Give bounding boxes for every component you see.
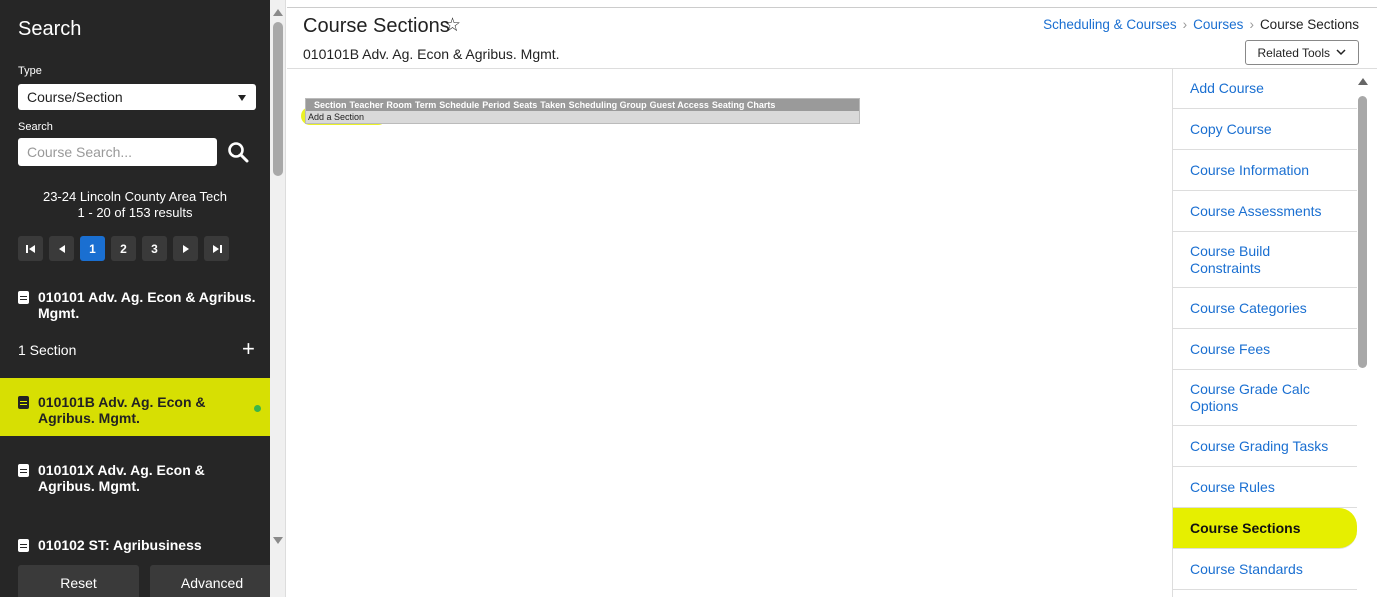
col-teacher: Teacher	[349, 100, 384, 110]
course-subtitle: 010101B Adv. Ag. Econ & Agribus. Mgmt.	[303, 46, 560, 62]
page-button-1[interactable]: 1	[80, 236, 105, 261]
scroll-up-icon[interactable]	[273, 9, 283, 16]
breadcrumb: Scheduling & Courses › Courses › Course Sect…	[1043, 17, 1359, 32]
last-page-button[interactable]	[204, 236, 229, 261]
search-icon[interactable]	[226, 140, 250, 164]
search-label: Search	[18, 121, 53, 133]
col-schedule: Schedule	[439, 100, 480, 110]
advanced-button[interactable]: Advanced	[150, 565, 270, 597]
related-tools-label: Related Tools	[1257, 45, 1331, 60]
sidebar-scrollbar[interactable]	[270, 0, 286, 597]
chevron-down-icon	[238, 95, 246, 101]
breadcrumb-courses[interactable]: Courses	[1193, 17, 1243, 32]
school-name: 23-24 Lincoln County Area Tech	[42, 189, 228, 204]
related-tools-button[interactable]: Related Tools	[1244, 40, 1359, 65]
tool-course-grade-calc-options[interactable]: Course Grade Calc Options	[1173, 370, 1357, 426]
page-button-3[interactable]: 3	[142, 236, 167, 261]
scroll-down-icon[interactable]	[273, 537, 283, 544]
type-label: Type	[18, 65, 42, 77]
col-room: Room	[386, 100, 412, 110]
scrollbar-thumb[interactable]	[1358, 96, 1367, 368]
last-page-icon	[212, 244, 222, 253]
add-section-plus-icon[interactable]: +	[242, 336, 255, 362]
chevron-right-icon: ›	[1249, 17, 1254, 32]
tool-course-sections[interactable]: Course Sections	[1173, 508, 1357, 549]
col-scheduling-group: Scheduling Group	[568, 100, 647, 110]
chevron-down-icon	[1336, 49, 1346, 56]
tool-course-information[interactable]: Course Information	[1173, 150, 1357, 191]
tool-copy-course[interactable]: Copy Course	[1173, 109, 1357, 150]
sidebar-title: Search	[18, 18, 82, 40]
breadcrumb-scheduling[interactable]: Scheduling & Courses	[1043, 17, 1177, 32]
scroll-up-icon[interactable]	[1358, 78, 1368, 85]
first-page-icon	[25, 244, 35, 253]
col-seating-charts: Seating Charts	[711, 100, 776, 110]
type-select-value: Course/Section	[27, 89, 123, 105]
tool-label: Course Grade Calc Options	[1190, 380, 1310, 414]
section-count[interactable]: 1 Section	[18, 342, 76, 358]
next-page-icon	[182, 244, 189, 253]
page-title: Course Sections	[303, 15, 450, 37]
tool-course-fees[interactable]: Course Fees	[1173, 329, 1357, 370]
course-label: 010101B Adv. Ag. Econ & Agribus. Mgmt.	[38, 394, 206, 426]
document-icon	[18, 539, 29, 552]
tool-course-rules[interactable]: Course Rules	[1173, 467, 1357, 508]
course-label: 010101 Adv. Ag. Econ & Agribus. Mgmt.	[38, 289, 256, 321]
col-term: Term	[414, 100, 437, 110]
first-page-button[interactable]	[18, 236, 43, 261]
document-icon	[18, 464, 29, 477]
course-search-input[interactable]	[18, 138, 217, 166]
result-count: 1 - 20 of 153 results	[77, 205, 193, 220]
col-taken: Taken	[540, 100, 566, 110]
course-label: 010102 ST: Agribusiness	[38, 537, 202, 553]
prev-page-icon	[58, 244, 65, 253]
col-guest-access: Guest Access	[649, 100, 709, 110]
col-period: Period	[482, 100, 511, 110]
related-tools-list: Add Course Copy Course Course Informatio…	[1172, 68, 1357, 597]
page-button-2[interactable]: 2	[111, 236, 136, 261]
reset-button[interactable]: Reset	[18, 565, 139, 597]
status-dot	[254, 405, 261, 412]
document-icon	[18, 291, 29, 304]
add-section-link[interactable]: Add a Section	[308, 112, 364, 122]
related-tools-scrollbar[interactable]	[1356, 68, 1370, 597]
tool-course-build-constraints[interactable]: Course Build Constraints	[1173, 232, 1323, 288]
star-icon[interactable]: ☆	[444, 14, 461, 37]
scrollbar-thumb[interactable]	[273, 22, 283, 176]
top-divider	[287, 7, 1377, 8]
breadcrumb-current: Course Sections	[1259, 17, 1359, 32]
tool-course-assessments[interactable]: Course Assessments	[1173, 191, 1357, 232]
tool-course-grading-tasks[interactable]: Course Grading Tasks	[1173, 426, 1357, 467]
pagination: 1 2 3	[18, 236, 229, 261]
col-seats: Seats	[513, 100, 538, 110]
prev-page-button[interactable]	[49, 236, 74, 261]
tool-course-standards[interactable]: Course Standards	[1173, 549, 1357, 590]
next-page-button[interactable]	[173, 236, 198, 261]
table-header: Section Teacher Room Term Schedule Perio…	[306, 99, 859, 111]
sections-table: Section Teacher Room Term Schedule Perio…	[305, 98, 860, 124]
tool-add-course[interactable]: Add Course	[1173, 68, 1357, 109]
search-sidebar: Search Type Course/Section Search 23-24 …	[0, 0, 270, 597]
document-icon	[18, 396, 29, 409]
tool-course-categories[interactable]: Course Categories	[1173, 288, 1357, 329]
course-label: 010101X Adv. Ag. Econ & Agribus. Mgmt.	[38, 462, 205, 494]
main-panel: Course Sections ☆ 010101B Adv. Ag. Econ …	[287, 0, 1377, 597]
col-section: Section	[314, 100, 347, 110]
type-select[interactable]: Course/Section	[18, 84, 256, 110]
chevron-right-icon: ›	[1182, 17, 1188, 32]
